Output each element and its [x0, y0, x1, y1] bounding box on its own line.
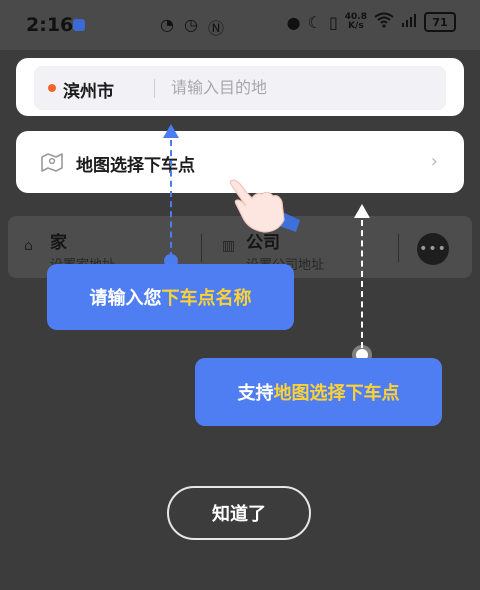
destination-input[interactable]: [171, 78, 431, 97]
more-button[interactable]: •••: [417, 233, 449, 265]
city-dot-icon: [48, 84, 56, 92]
guide-screen: 2:16 ◔ ◷ Ⓝ ● ☾ ▯ 40.8 K/s 71 ⌂ 家 设置: [0, 0, 480, 590]
got-it-button[interactable]: 知道了: [167, 486, 311, 540]
net-speed-unit: K/s: [348, 21, 364, 31]
battery-icon: 71: [424, 12, 456, 32]
chevron-right-icon: ›: [430, 151, 438, 172]
city-selector[interactable]: 滨州市: [63, 77, 114, 102]
search-bar: 滨州市: [34, 66, 446, 110]
home-label: 家: [50, 233, 67, 253]
up-arrow-icon: [163, 124, 179, 138]
app-notification-icon: [73, 19, 85, 31]
signal-icon: [401, 13, 417, 32]
up-arrow-icon: [354, 204, 370, 218]
vibrate-icon: ▯: [328, 12, 338, 32]
tip-destination: 请输入您 下车点名称: [47, 264, 294, 330]
tip1-text: 请输入您: [89, 288, 162, 309]
status-bar: 2:16 ◔ ◷ Ⓝ ● ☾ ▯ 40.8 K/s 71: [0, 0, 480, 50]
tip2-highlight: 地图选择下车点: [273, 383, 400, 404]
speedometer-icon: ◷: [183, 15, 198, 34]
moon-icon: ☾: [307, 12, 322, 32]
map-pin-icon: [40, 151, 64, 177]
home-icon: ⌂: [24, 238, 33, 254]
pointing-hand-icon: [226, 176, 308, 242]
search-card: 滨州市: [16, 58, 464, 116]
status-time: 2:16: [26, 14, 74, 36]
wifi-icon: [374, 12, 394, 32]
location-icon: ●: [286, 12, 301, 32]
map-select-label: 地图选择下车点: [76, 156, 195, 176]
nfc-icon: Ⓝ: [207, 19, 224, 38]
tip2-text: 支持: [237, 383, 274, 404]
tip1-highlight: 下车点名称: [161, 288, 252, 309]
net-speed: 40.8 K/s: [345, 13, 367, 31]
data-saver-icon: ◔: [160, 15, 174, 34]
tip-map-select: 支持 地图选择下车点: [195, 358, 442, 426]
